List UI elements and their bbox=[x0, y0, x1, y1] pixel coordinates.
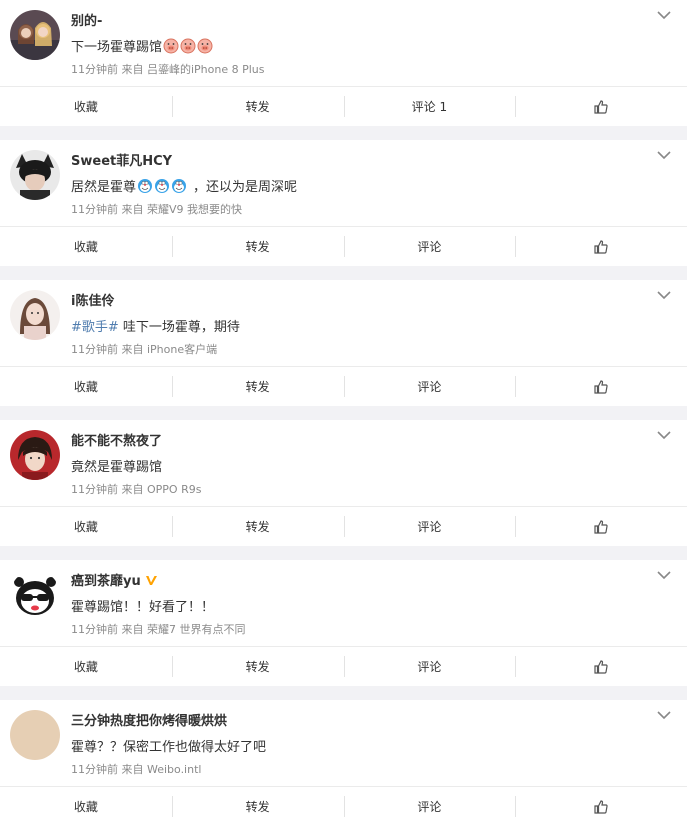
action-bar: 收藏 转发 评论 bbox=[0, 366, 687, 406]
chevron-down-icon[interactable] bbox=[657, 430, 671, 440]
topic-link[interactable]: #歌手# bbox=[71, 320, 119, 335]
comment-card: 别的- 下一场霍尊踢馆 11分钟前 来自 吕鎏峰的iPhone 8 Plus 收… bbox=[0, 0, 687, 126]
repost-button[interactable]: 转发 bbox=[171, 647, 344, 686]
action-bar: 收藏 转发 评论 1 bbox=[0, 86, 687, 126]
user-name[interactable]: Sweet菲凡HCY bbox=[71, 150, 172, 169]
repost-button[interactable]: 转发 bbox=[171, 367, 344, 406]
thumbs-up-icon bbox=[594, 799, 608, 814]
comment-card: 癌到茶靡yu 霍尊踢馆！！好看了！！ 11分钟前 来自 荣耀7 世界有点不同 收… bbox=[0, 560, 687, 686]
avatar[interactable] bbox=[10, 150, 60, 200]
favorite-button[interactable]: 收藏 bbox=[0, 367, 172, 406]
avatar[interactable] bbox=[10, 430, 60, 480]
user-name[interactable]: 能不能不熬夜了 bbox=[71, 430, 162, 449]
avatar[interactable] bbox=[10, 570, 60, 620]
like-button[interactable] bbox=[515, 787, 687, 825]
chevron-down-icon[interactable] bbox=[657, 150, 671, 160]
repost-button[interactable]: 转发 bbox=[171, 227, 344, 266]
favorite-button[interactable]: 收藏 bbox=[0, 507, 172, 546]
like-button[interactable] bbox=[515, 507, 687, 546]
like-button[interactable] bbox=[515, 647, 687, 686]
comment-text: 下一场霍尊踢馆 bbox=[71, 36, 213, 55]
comment-meta: 11分钟前 来自 OPPO R9s bbox=[71, 483, 202, 496]
thumbs-up-icon bbox=[594, 379, 608, 394]
action-bar: 收藏 转发 评论 bbox=[0, 786, 687, 825]
doraemon-icon bbox=[155, 179, 170, 193]
favorite-button[interactable]: 收藏 bbox=[0, 787, 172, 825]
comment-text: 霍尊？？保密工作也做得太好了吧 bbox=[71, 740, 267, 755]
pig-face-icon bbox=[163, 38, 179, 54]
action-bar: 收藏 转发 评论 bbox=[0, 506, 687, 546]
comment-card: i陈佳伶 #歌手# 哇下一场霍尊，期待 11分钟前 来自 iPhone客户端 收… bbox=[0, 280, 687, 406]
avatar[interactable] bbox=[10, 290, 60, 340]
favorite-button[interactable]: 收藏 bbox=[0, 87, 172, 126]
doraemon-icon bbox=[138, 179, 153, 193]
comment-feed: 别的- 下一场霍尊踢馆 11分钟前 来自 吕鎏峰的iPhone 8 Plus 收… bbox=[0, 0, 687, 825]
user-name[interactable]: 三分钟热度把你烤得暖烘烘 bbox=[71, 710, 227, 729]
chevron-down-icon[interactable] bbox=[657, 290, 671, 300]
repost-button[interactable]: 转发 bbox=[171, 507, 344, 546]
favorite-button[interactable]: 收藏 bbox=[0, 647, 172, 686]
comment-card: 能不能不熬夜了 竟然是霍尊踢馆 11分钟前 来自 OPPO R9s 收藏 转发 … bbox=[0, 420, 687, 546]
like-button[interactable] bbox=[515, 87, 687, 126]
comment-meta: 11分钟前 来自 荣耀7 世界有点不同 bbox=[71, 623, 246, 636]
thumbs-up-icon bbox=[594, 99, 608, 114]
comment-text-content: ，还以为是周深呢 bbox=[193, 180, 298, 195]
comment-text-content: 哇下一场霍尊，期待 bbox=[118, 320, 240, 335]
comment-card: Sweet菲凡HCY 居然是霍尊 ，还以为是周深呢 11分钟前 来自 荣耀V9 我… bbox=[0, 140, 687, 266]
avatar[interactable] bbox=[10, 10, 60, 60]
comment-text-content: 下一场霍尊踢馆 bbox=[71, 40, 163, 55]
comment-button[interactable]: 评论 bbox=[343, 647, 516, 686]
avatar[interactable] bbox=[10, 710, 60, 760]
chevron-down-icon[interactable] bbox=[657, 10, 671, 20]
comment-button[interactable]: 评论 bbox=[343, 507, 516, 546]
comment-text-content: 居然是霍尊 bbox=[71, 180, 137, 195]
favorite-button[interactable]: 收藏 bbox=[0, 227, 172, 266]
user-name[interactable]: 癌到茶靡yu bbox=[71, 570, 158, 589]
repost-button[interactable]: 转发 bbox=[171, 87, 344, 126]
repost-button[interactable]: 转发 bbox=[171, 787, 344, 825]
comment-text: 霍尊踢馆！！好看了！！ bbox=[71, 600, 215, 615]
comment-button[interactable]: 评论 bbox=[343, 367, 516, 406]
comment-meta: 11分钟前 来自 iPhone客户端 bbox=[71, 343, 218, 356]
like-button[interactable] bbox=[515, 227, 687, 266]
chevron-down-icon[interactable] bbox=[657, 570, 671, 580]
comment-text: #歌手# 哇下一场霍尊，期待 bbox=[71, 316, 240, 335]
doraemon-icon bbox=[172, 179, 187, 193]
pig-face-icon bbox=[197, 38, 213, 54]
like-button[interactable] bbox=[515, 367, 687, 406]
comment-button[interactable]: 评论 bbox=[343, 787, 516, 825]
verified-v-icon bbox=[145, 576, 157, 585]
user-name-text: 癌到茶靡yu bbox=[71, 574, 141, 589]
comment-button[interactable]: 评论 1 bbox=[343, 87, 516, 126]
comment-meta: 11分钟前 来自 吕鎏峰的iPhone 8 Plus bbox=[71, 63, 265, 76]
comment-button[interactable]: 评论 bbox=[343, 227, 516, 266]
user-name[interactable]: 别的- bbox=[71, 10, 102, 29]
action-bar: 收藏 转发 评论 bbox=[0, 646, 687, 686]
comment-text: 竟然是霍尊踢馆 bbox=[71, 460, 163, 475]
chevron-down-icon[interactable] bbox=[657, 710, 671, 720]
pig-face-icon bbox=[180, 38, 196, 54]
thumbs-up-icon bbox=[594, 239, 608, 254]
comment-card: 三分钟热度把你烤得暖烘烘 霍尊？？保密工作也做得太好了吧 11分钟前 来自 We… bbox=[0, 700, 687, 825]
comment-meta: 11分钟前 来自 Weibo.intl bbox=[71, 763, 202, 776]
thumbs-up-icon bbox=[594, 519, 608, 534]
thumbs-up-icon bbox=[594, 659, 608, 674]
comment-meta: 11分钟前 来自 荣耀V9 我想要的快 bbox=[71, 203, 243, 216]
comment-text: 居然是霍尊 ，还以为是周深呢 bbox=[71, 176, 297, 195]
user-name[interactable]: i陈佳伶 bbox=[71, 290, 114, 309]
action-bar: 收藏 转发 评论 bbox=[0, 226, 687, 266]
